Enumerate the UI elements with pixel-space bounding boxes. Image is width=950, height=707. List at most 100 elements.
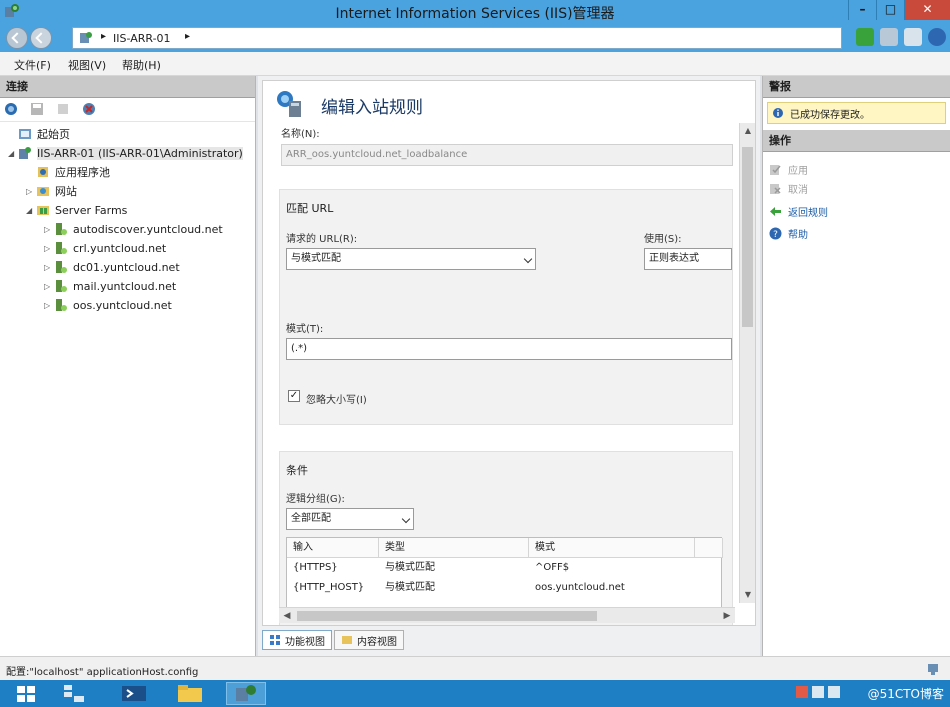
expander-icon[interactable]: ◢ [26, 206, 36, 215]
help-dropdown-icon[interactable] [928, 28, 946, 46]
expander-icon[interactable]: ▷ [44, 282, 54, 291]
network-icon[interactable] [812, 686, 824, 698]
tree-item-sites[interactable]: ▷ 网站 [26, 182, 77, 200]
minimize-button[interactable]: – [848, 0, 876, 20]
taskbar-powershell[interactable] [114, 682, 154, 705]
column-header-input[interactable]: 输入 [287, 538, 379, 558]
table-cell-type[interactable]: 与模式匹配 [379, 558, 435, 578]
horizontal-scrollbar[interactable]: ◀ ▶ [279, 607, 735, 623]
column-header-pattern[interactable]: 模式 [529, 538, 695, 558]
tree-item-server[interactable]: ◢ IIS-ARR-01 (IIS-ARR-01\Administrator) [8, 144, 243, 162]
action-help[interactable]: ? 帮助 [769, 224, 808, 242]
tab-features-view[interactable]: 功能视图 [262, 630, 332, 650]
info-icon [773, 108, 783, 118]
action-back-to-rules[interactable]: 返回规则 [769, 202, 828, 220]
tree-item-farm-autodiscover[interactable]: ▷ autodiscover.yuntcloud.net [44, 220, 223, 238]
stop-icon[interactable] [880, 28, 898, 46]
create-connection-icon[interactable] [4, 102, 18, 116]
scroll-down-icon[interactable]: ▼ [740, 587, 755, 603]
vertical-scroll-thumb[interactable] [742, 147, 753, 327]
tree-item-farm-mail[interactable]: ▷ mail.yuntcloud.net [44, 277, 176, 295]
expander-icon[interactable]: ▷ [44, 244, 54, 253]
scroll-right-icon[interactable]: ▶ [719, 608, 735, 624]
tree-item-farm-crl[interactable]: ▷ crl.yuntcloud.net [44, 239, 166, 257]
delete-connection-icon[interactable] [82, 102, 96, 116]
match-url-group: 匹配 URL 请求的 URL(R): 与模式匹配 使用(S): 正则表达式 模式… [279, 189, 733, 425]
folder-icon [178, 685, 202, 702]
menu-view[interactable]: 视图(V) [68, 57, 106, 73]
window-title: Internet Information Services (IIS)管理器 [335, 6, 615, 22]
tree-item-farm-oos[interactable]: ▷ oos.yuntcloud.net [44, 296, 172, 314]
start-button[interactable] [6, 682, 46, 705]
tree-item-app-pools[interactable]: 应用程序池 [26, 163, 110, 181]
windows-logo-icon [17, 686, 35, 702]
tree-item-start-page[interactable]: 起始页 [8, 125, 70, 143]
chevron-down-icon [523, 254, 533, 264]
horizontal-scroll-thumb[interactable] [297, 611, 597, 621]
help-icon: ? [769, 227, 782, 240]
farm-icon [56, 223, 67, 235]
view-tabs: 功能视图 内容视图 [262, 630, 404, 652]
maximize-button[interactable]: □ [876, 0, 904, 20]
breadcrumb-server[interactable]: IIS-ARR-01 [113, 32, 171, 45]
page-title: 编辑入站规则 [321, 98, 423, 118]
connections-header: 连接 [0, 76, 255, 98]
ignore-case-checkbox[interactable]: ✓ [288, 390, 300, 402]
expander-icon[interactable]: ▷ [26, 187, 36, 196]
pattern-label: 模式(T): [286, 324, 324, 335]
expander-icon[interactable]: ▷ [44, 225, 54, 234]
taskbar-iis-manager[interactable] [226, 682, 266, 705]
table-cell-pattern[interactable]: ^OFF$ [529, 558, 569, 578]
table-cell-input[interactable]: {HTTPS} [287, 558, 338, 578]
apply-icon [770, 164, 781, 175]
title-bar: Internet Information Services (IIS)管理器 –… [0, 0, 950, 24]
using-label: 使用(S): [644, 234, 682, 245]
using-select[interactable]: 正则表达式 [644, 248, 732, 270]
scroll-up-icon[interactable]: ▲ [740, 123, 755, 139]
pattern-input[interactable]: (.*) [286, 338, 732, 360]
column-header-filler [695, 538, 723, 558]
expander-icon[interactable]: ◢ [8, 149, 18, 158]
column-header-type[interactable]: 类型 [379, 538, 529, 558]
app-pool-icon [38, 167, 48, 177]
status-text: 配置:"localhost" applicationHost.config [6, 667, 199, 678]
content-view-icon [342, 636, 352, 644]
action-cancel[interactable]: 取消 [769, 179, 808, 197]
scroll-left-icon[interactable]: ◀ [279, 608, 295, 624]
flag-icon[interactable] [796, 686, 808, 698]
chevron-down-icon [401, 514, 411, 524]
url-rewrite-icon [277, 91, 301, 117]
tab-content-view[interactable]: 内容视图 [334, 630, 404, 650]
match-url-title: 匹配 URL [286, 202, 334, 215]
up-icon[interactable] [56, 102, 70, 116]
connect-icon[interactable] [856, 28, 874, 46]
table-cell-pattern[interactable]: oos.yuntcloud.net [529, 578, 625, 598]
address-field[interactable]: ▸ IIS-ARR-01 ▸ [72, 27, 842, 49]
menu-help[interactable]: 帮助(H) [122, 57, 161, 73]
save-icon[interactable] [30, 102, 44, 116]
server-farms-icon [37, 206, 49, 215]
logical-grouping-select[interactable]: 全部匹配 [286, 508, 414, 530]
volume-icon[interactable] [828, 686, 840, 698]
tree-item-farm-dc01[interactable]: ▷ dc01.yuntcloud.net [44, 258, 180, 276]
table-cell-type[interactable]: 与模式匹配 [379, 578, 435, 598]
rule-name-field: ARR_oos.yuntcloud.net_loadbalance [281, 144, 733, 166]
taskbar-server-manager[interactable] [54, 682, 94, 705]
table-cell-input[interactable]: {HTTP_HOST} [287, 578, 364, 598]
refresh-icon[interactable] [904, 28, 922, 46]
logical-grouping-label: 逻辑分组(G): [286, 494, 345, 505]
powershell-icon [122, 686, 146, 701]
back-button[interactable] [6, 27, 28, 49]
vertical-scrollbar[interactable]: ▲ ▼ [739, 123, 755, 603]
server-icon [19, 147, 31, 159]
taskbar-file-explorer[interactable] [170, 682, 210, 705]
menu-file[interactable]: 文件(F) [14, 57, 51, 73]
action-apply[interactable]: 应用 [769, 160, 808, 178]
forward-button[interactable] [30, 27, 52, 49]
iis-manager-icon [236, 685, 256, 701]
expander-icon[interactable]: ▷ [44, 263, 54, 272]
requested-url-select[interactable]: 与模式匹配 [286, 248, 536, 270]
tree-item-server-farms[interactable]: ◢ Server Farms [26, 201, 127, 219]
close-button[interactable]: ✕ [904, 0, 950, 20]
expander-icon[interactable]: ▷ [44, 301, 54, 310]
